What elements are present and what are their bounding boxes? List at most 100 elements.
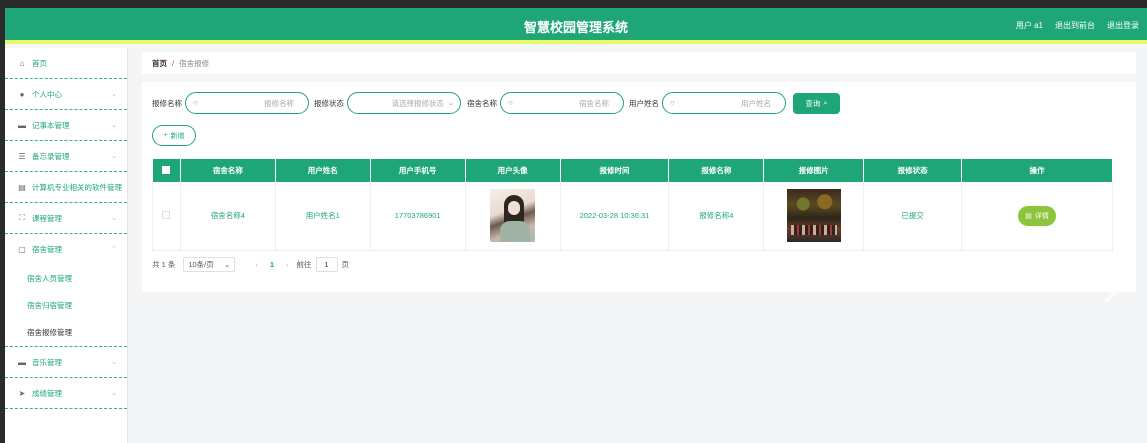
sidebar-item-music[interactable]: ▬ 音乐管理 ⌄ bbox=[5, 347, 127, 378]
page-size-select[interactable]: 10条/页 ⌄ bbox=[183, 257, 236, 272]
detail-label: 详情 bbox=[1034, 212, 1049, 220]
repair-name-label: 报修名称 bbox=[152, 98, 182, 108]
dorm-name-input[interactable]: ○ 宿舍名称 bbox=[500, 92, 624, 114]
page-number[interactable]: 1 bbox=[270, 260, 274, 269]
sidebar-item-dorm[interactable]: ▢ 宿舍管理 ⌃ bbox=[5, 234, 127, 265]
chevron-down-icon: ⌄ bbox=[111, 359, 117, 366]
select-all-checkbox[interactable] bbox=[152, 159, 181, 182]
detail-button[interactable]: ▤ 详情 bbox=[1018, 205, 1057, 226]
user-avatar-image[interactable] bbox=[490, 189, 536, 243]
sidebar-item-course[interactable]: ⛶ 课程管理 ⌄ bbox=[5, 203, 127, 234]
repair-status-label: 报修状态 bbox=[314, 98, 344, 108]
sidebar-item-personal[interactable]: ● 个人中心 ⌄ bbox=[5, 79, 127, 110]
user-name-label: 用户姓名 bbox=[629, 98, 659, 108]
sidebar-subitem-dorm-return[interactable]: 宿舍归宿管理 bbox=[5, 292, 127, 319]
music-icon: ▬ bbox=[18, 357, 26, 367]
cell-status: 已提交 bbox=[863, 182, 963, 251]
chevron-down-icon: ⌄ bbox=[224, 260, 231, 269]
cell-phone: 17703786901 bbox=[369, 182, 466, 251]
sidebar-item-memo[interactable]: ☰ 备忘录管理 ⌄ bbox=[5, 141, 127, 172]
next-page-button[interactable]: › bbox=[286, 260, 289, 269]
repair-table: 宿舍名称 用户姓名 用户手机号 用户头像 报修时间 报修名称 报修图片 报修状态… bbox=[152, 159, 1113, 251]
sidebar-item-label: 课程管理 bbox=[32, 213, 62, 223]
col-header[interactable]: 报修名称 bbox=[668, 159, 765, 182]
exit-to-front-link[interactable]: 退出到前台 bbox=[1055, 20, 1095, 31]
chat-icon: ▢ bbox=[18, 245, 26, 254]
dorm-submenu: 宿舍人员管理 宿舍归宿管理 宿舍报修管理 bbox=[5, 265, 127, 347]
chevron-up-icon: ⌃ bbox=[111, 246, 117, 253]
pagination: 共 1 条 10条/页 ⌄ ‹ 1 › 前往 1 页 bbox=[152, 257, 349, 272]
sidebar-item-label: 音乐管理 bbox=[32, 357, 62, 367]
page-size-value: 10条/页 bbox=[188, 260, 214, 269]
goto-suffix: 页 bbox=[341, 260, 350, 269]
search-icon: ⌕ bbox=[823, 98, 828, 107]
user-name-input[interactable]: ○ 用户姓名 bbox=[662, 92, 786, 114]
goto-prefix: 前往 bbox=[296, 260, 312, 269]
sidebar-subitem-dorm-repair[interactable]: 宿舍报修管理 bbox=[5, 319, 127, 346]
col-header[interactable]: 操作 bbox=[961, 159, 1113, 182]
cell-dorm-name: 宿舍名称4 bbox=[179, 182, 276, 251]
col-header[interactable]: 报修时间 bbox=[560, 159, 670, 182]
logout-link[interactable]: 退出登录 bbox=[1107, 20, 1139, 31]
query-label: 查询 bbox=[805, 98, 821, 108]
col-header[interactable]: 用户头像 bbox=[465, 159, 561, 182]
search-bar: 报修名称 ○ 报修名称 报修状态 请选择报修状态 ⌄ 宿舍名称 ○ 宿舍名称 用… bbox=[152, 92, 840, 114]
repair-status-select[interactable]: 请选择报修状态 ⌄ bbox=[347, 92, 461, 114]
app-frame: 智慧校园管理系统 用户 a1 退出到前台 退出登录 ⌂ 首页 ● 个人中心 ⌄ … bbox=[5, 8, 1147, 443]
chevron-down-icon: ⌄ bbox=[111, 215, 117, 222]
user-label[interactable]: 用户 a1 bbox=[1016, 20, 1043, 31]
sidebar-item-label: 记事本管理 bbox=[32, 120, 70, 130]
chevron-down-icon: ⌄ bbox=[448, 100, 454, 107]
breadcrumb-home[interactable]: 首页 bbox=[152, 58, 167, 69]
repair-status-placeholder: 请选择报修状态 bbox=[391, 98, 445, 108]
home-icon: ⌂ bbox=[19, 58, 25, 68]
sidebar-item-label: 个人中心 bbox=[32, 89, 62, 99]
prev-page-button[interactable]: ‹ bbox=[255, 260, 258, 269]
cell-repair-name: 报修名称4 bbox=[668, 182, 765, 251]
search-icon: ○ bbox=[193, 98, 198, 107]
chevron-down-icon: ⌄ bbox=[111, 122, 117, 129]
sidebar-item-notebook[interactable]: ▬ 记事本管理 ⌄ bbox=[5, 110, 127, 141]
col-header[interactable]: 用户手机号 bbox=[370, 159, 466, 182]
search-icon: ○ bbox=[670, 98, 675, 107]
row-checkbox[interactable] bbox=[152, 182, 181, 251]
sidebar-subitem-dorm-members[interactable]: 宿舍人员管理 bbox=[5, 265, 127, 292]
content-panel: 报修名称 ○ 报修名称 报修状态 请选择报修状态 ⌄ 宿舍名称 ○ 宿舍名称 用… bbox=[142, 82, 1136, 292]
goto-page-input[interactable]: 1 bbox=[315, 257, 338, 272]
chevron-down-icon: ⌄ bbox=[111, 390, 117, 397]
sliders-icon: ☰ bbox=[18, 151, 26, 161]
top-header: 智慧校园管理系统 用户 a1 退出到前台 退出登录 bbox=[5, 8, 1147, 44]
sidebar-item-label: 成绩管理 bbox=[32, 388, 62, 398]
cell-repair-photo bbox=[763, 182, 865, 251]
notebook-icon: ▬ bbox=[18, 120, 26, 130]
sidebar: ⌂ 首页 ● 个人中心 ⌄ ▬ 记事本管理 ⌄ ☰ 备忘录管理 ⌄ ▤ 计算机专… bbox=[5, 48, 128, 443]
dorm-name-label: 宿舍名称 bbox=[467, 98, 497, 108]
query-button[interactable]: 查询 ⌕ bbox=[793, 92, 840, 114]
add-button[interactable]: + 新增 bbox=[152, 125, 196, 146]
repair-photo-image[interactable] bbox=[786, 189, 841, 243]
app-title: 智慧校园管理系统 bbox=[523, 20, 628, 35]
chevron-down-icon: ⌄ bbox=[111, 91, 117, 98]
col-header[interactable]: 报修图片 bbox=[763, 159, 865, 182]
repair-name-placeholder: 报修名称 bbox=[264, 98, 294, 108]
add-label: 新增 bbox=[170, 132, 185, 140]
breadcrumb-current: 宿舍报修 bbox=[179, 58, 210, 68]
chevron-right-icon[interactable] bbox=[1099, 260, 1129, 304]
sidebar-item-software[interactable]: ▤ 计算机专业相关的软件管理 bbox=[5, 172, 127, 203]
sidebar-item-label: 备忘录管理 bbox=[32, 151, 70, 161]
search-icon: ○ bbox=[508, 98, 513, 107]
sidebar-item-label: 计算机专业相关的软件管理 bbox=[32, 182, 122, 192]
sidebar-item-label: 宿舍管理 bbox=[32, 245, 62, 254]
col-header[interactable]: 用户姓名 bbox=[275, 159, 371, 182]
sidebar-item-grades[interactable]: ➤ 成绩管理 ⌄ bbox=[5, 378, 127, 409]
document-icon: ▤ bbox=[1025, 212, 1032, 220]
col-header[interactable]: 报修状态 bbox=[863, 159, 963, 182]
sidebar-item-home[interactable]: ⌂ 首页 bbox=[5, 48, 127, 79]
clipboard-icon: ▤ bbox=[18, 182, 26, 192]
plus-icon: + bbox=[163, 132, 168, 139]
chevron-down-icon: ⌄ bbox=[111, 153, 117, 160]
cell-avatar bbox=[464, 182, 561, 251]
user-name-placeholder: 用户姓名 bbox=[741, 98, 771, 108]
col-header[interactable]: 宿舍名称 bbox=[180, 159, 276, 182]
repair-name-input[interactable]: ○ 报修名称 bbox=[185, 92, 309, 114]
